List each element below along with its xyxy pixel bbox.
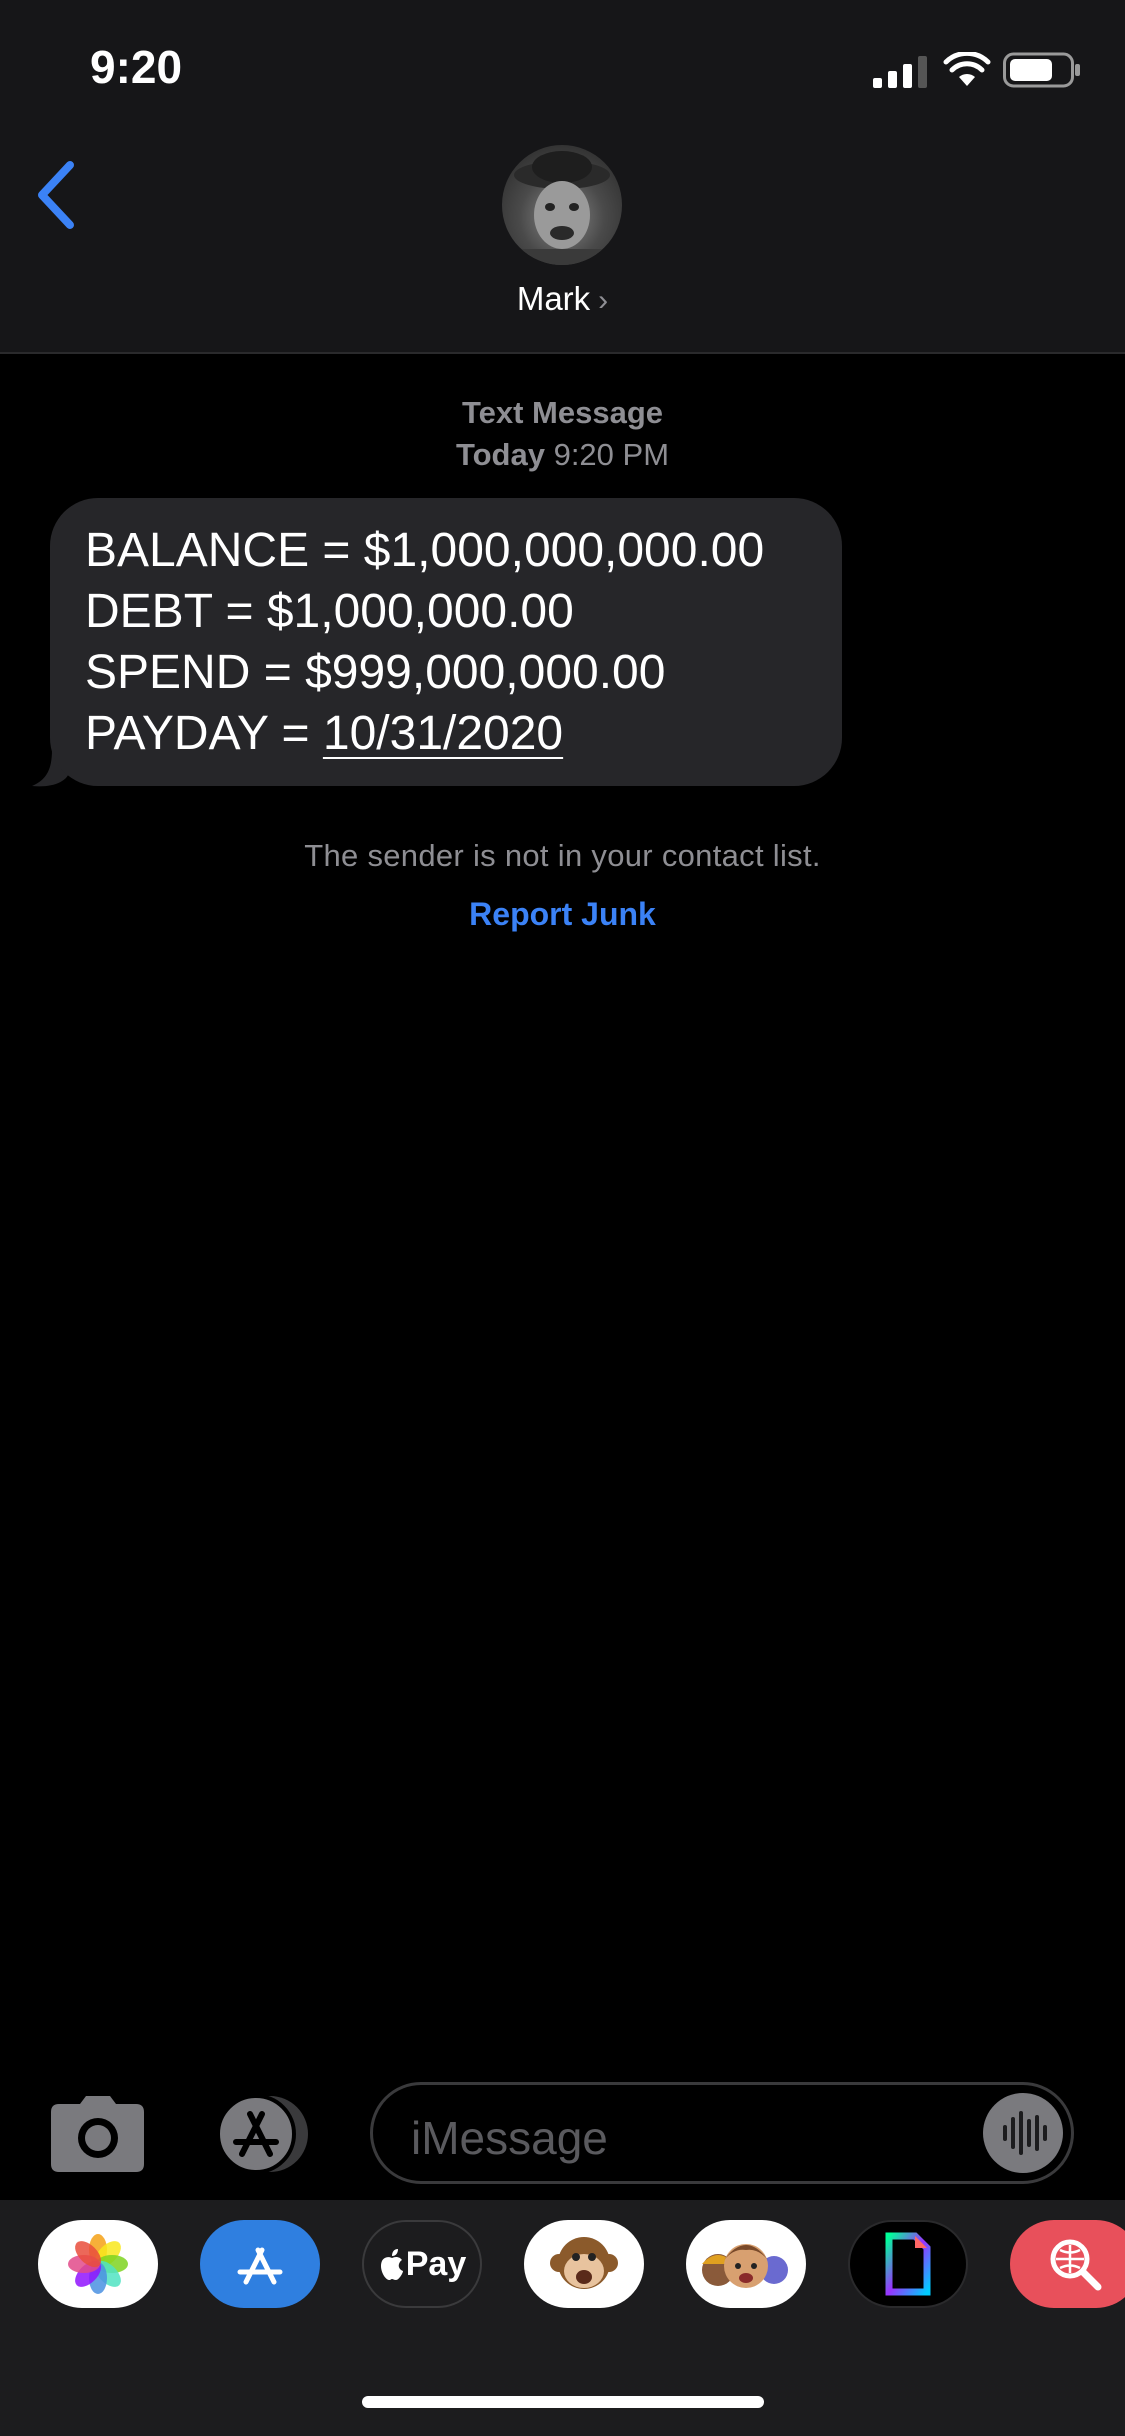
time-label: 9:20 PM: [553, 437, 670, 472]
contact-avatar[interactable]: [502, 145, 622, 265]
message-line: DEBT = $1,000,000.00: [85, 585, 574, 638]
message-text: BALANCE = $1,000,000,000.00 DEBT = $1,00…: [85, 520, 764, 764]
audio-message-button[interactable]: [983, 2093, 1063, 2173]
animoji-app-button[interactable]: [524, 2220, 644, 2308]
date-link[interactable]: 10/31/2020: [323, 707, 563, 760]
home-indicator[interactable]: [362, 2396, 764, 2408]
payday-prefix: PAYDAY =: [85, 707, 323, 760]
memoji-icon: [702, 2244, 788, 2288]
apple-pay-app-button[interactable]: Pay: [362, 2220, 482, 2308]
web-search-app-button[interactable]: [1010, 2220, 1125, 2308]
cellular-signal-icon: [873, 56, 927, 88]
gif-app-button[interactable]: [848, 2220, 968, 2308]
gif-icon: [885, 2232, 931, 2296]
chevron-right-icon: ›: [598, 284, 609, 317]
service-label: Text Message: [461, 395, 663, 430]
waveform-icon: [1003, 2111, 1047, 2155]
battery-icon: [1003, 52, 1080, 88]
message-timestamp: Text Message Today 9:20 PM: [0, 392, 1125, 476]
navigation-header: 9:20 Mark ›: [0, 0, 1125, 354]
message-line: BALANCE = $1,000,000,000.00: [85, 524, 765, 577]
contact-name-button[interactable]: Mark ›: [0, 280, 1125, 318]
day-label: Today: [455, 437, 545, 472]
apple-pay-icon: [380, 2249, 403, 2280]
status-time: 9:20: [90, 41, 183, 93]
contact-photo: [502, 151, 622, 265]
timestamp-row: Today 9:20 PM: [0, 434, 1125, 476]
photos-app-button[interactable]: [38, 2220, 158, 2308]
report-junk-link[interactable]: Report Junk: [0, 896, 1125, 933]
wifi-icon: [943, 52, 991, 86]
contact-name: Mark: [516, 280, 591, 317]
app-store-app-button[interactable]: [200, 2220, 320, 2308]
unknown-sender-note: The sender is not in your contact list.: [304, 838, 821, 873]
web-search-icon: [1050, 2239, 1102, 2291]
memoji-app-button[interactable]: [686, 2220, 806, 2308]
apple-pay-label: Pay: [405, 2244, 467, 2283]
animoji-monkey-icon: [550, 2237, 618, 2289]
imessage-input[interactable]: iMessage: [370, 2082, 1074, 2184]
message-line: SPEND = $999,000,000.00: [85, 646, 666, 699]
message-bubble[interactable]: BALANCE = $1,000,000,000.00 DEBT = $1,00…: [50, 498, 842, 786]
back-button[interactable]: [30, 155, 90, 235]
message-line: PAYDAY = 10/31/2020: [85, 703, 764, 764]
photos-icon: [68, 2234, 128, 2294]
status-icons: [873, 50, 1083, 90]
app-store-icon: [237, 2247, 283, 2285]
app-store-button[interactable]: [208, 2092, 318, 2176]
camera-icon[interactable]: [50, 2096, 145, 2172]
imessage-placeholder: iMessage: [411, 2112, 608, 2164]
